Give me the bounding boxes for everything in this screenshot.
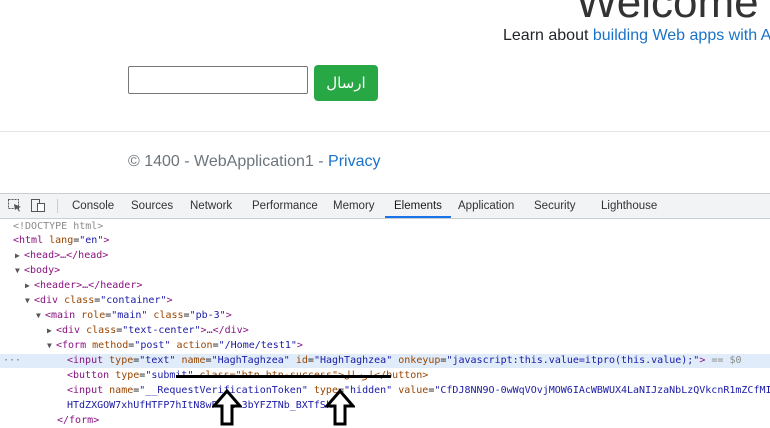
up-arrow-annotation-icon (325, 389, 355, 426)
tab-network[interactable]: Network (190, 194, 232, 218)
dom-line-input-selected[interactable]: ··· <input type="text" name="HaghTaghzea… (0, 354, 770, 368)
collapse-triangle-icon[interactable]: ▼ (0, 339, 56, 353)
dom-line-form[interactable]: ▼ <form method="post" action="/Home/test1… (0, 339, 770, 353)
dom-line-body[interactable]: ▼ <body> (0, 264, 770, 278)
more-options-icon[interactable]: ··· (3, 354, 21, 368)
selected-node-marker: == $0 (711, 355, 742, 366)
tab-sources[interactable]: Sources (131, 194, 173, 218)
dom-line-header[interactable]: ▶ <header>…</header> (0, 279, 770, 293)
tab-elements[interactable]: Elements (385, 194, 451, 218)
privacy-link[interactable]: Privacy (328, 153, 380, 170)
dom-line-container[interactable]: ▼ <div class="container"> (0, 294, 770, 308)
dom-line-doctype[interactable]: <!DOCTYPE html> (0, 220, 770, 234)
dom-line-head[interactable]: ▶ <head>…</head> (0, 249, 770, 263)
submit-button[interactable]: ارسال (314, 65, 378, 101)
tabbar-separator (57, 199, 58, 213)
collapse-triangle-icon[interactable]: ▼ (0, 294, 34, 308)
up-arrow-annotation-icon (212, 389, 242, 426)
footer: © 1400 - WebApplication1 - Privacy (128, 153, 381, 171)
learn-prefix: Learn about (503, 27, 593, 44)
tab-lighthouse[interactable]: Lighthouse (601, 194, 657, 218)
dom-line-html[interactable]: <html lang="en"> (0, 234, 770, 248)
tab-console[interactable]: Console (72, 194, 114, 218)
learn-about-text: Learn about building Web apps with A (503, 27, 770, 45)
tab-application[interactable]: Application (458, 194, 514, 218)
inspect-element-icon[interactable] (8, 199, 22, 212)
footer-text: © 1400 - WebApplication1 - (128, 153, 329, 170)
expand-triangle-icon[interactable]: ▶ (0, 324, 56, 338)
expand-triangle-icon[interactable]: ▶ (0, 279, 34, 293)
footer-divider (0, 131, 770, 132)
tab-security[interactable]: Security (534, 194, 576, 218)
dom-line-main[interactable]: ▼ <main role="main" class="pb-3"> (0, 309, 770, 323)
expand-triangle-icon[interactable]: ▶ (0, 249, 24, 263)
device-toolbar-icon[interactable] (31, 199, 45, 212)
tab-memory[interactable]: Memory (333, 194, 375, 218)
devtools-panel: Console Sources Network Performance Memo… (0, 193, 770, 428)
collapse-triangle-icon[interactable]: ▼ (0, 309, 45, 323)
dom-line-text-center[interactable]: ▶ <div class="text-center">…</div> (0, 324, 770, 338)
dom-line-form-close[interactable]: </form> (0, 414, 770, 428)
hagh-taghzea-input[interactable] (128, 66, 308, 94)
learn-link[interactable]: building Web apps with A (593, 27, 770, 44)
strike-through-mark (176, 375, 391, 378)
dom-line-token-cont[interactable]: HTdZXGOW7xhUfHTFP7hItN8wP4Bl-3bYFZTNb_BX… (0, 399, 770, 413)
devtools-tabbar: Console Sources Network Performance Memo… (0, 194, 770, 219)
tab-performance[interactable]: Performance (252, 194, 318, 218)
welcome-heading: Welcome (576, 0, 759, 27)
collapse-triangle-icon[interactable]: ▼ (0, 264, 24, 278)
dom-line-token[interactable]: <input name="__RequestVerificationToken"… (0, 384, 770, 398)
